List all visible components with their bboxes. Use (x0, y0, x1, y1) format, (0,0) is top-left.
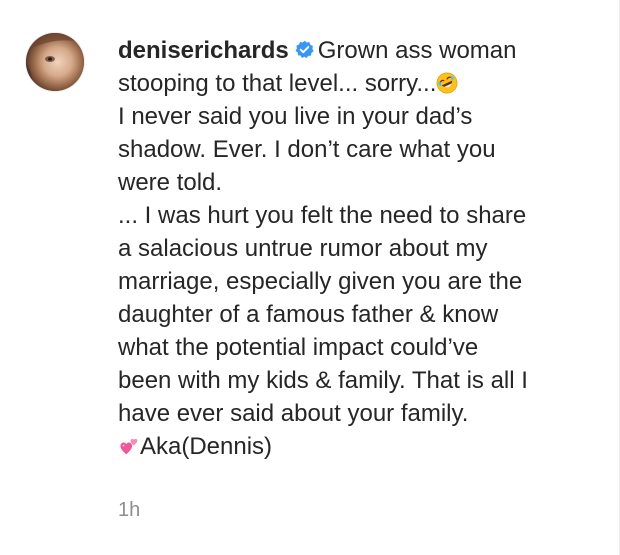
comment-line: stooping to that level... sorry... (118, 67, 608, 100)
comment-text: deniserichards Grown ass woman stooping t… (118, 34, 608, 463)
avatar-image (26, 33, 84, 91)
two-hearts-emoji (120, 438, 138, 455)
comment-line: ... I was hurt you felt the need to shar… (118, 202, 527, 229)
comment-line: marriage, especially given you are the (118, 268, 523, 295)
avatar[interactable] (26, 33, 84, 91)
comment-line: a salacious untrue rumor about my (118, 235, 488, 262)
verified-badge-icon (295, 40, 314, 59)
username-link[interactable]: deniserichards (118, 37, 289, 64)
comment-line: daughter of a famous father & know (118, 301, 499, 328)
comment: deniserichards Grown ass woman stooping t… (0, 0, 620, 555)
comment-line: been with my kids & family. That is all … (118, 367, 528, 394)
comment-first-line: Grown ass woman (317, 37, 517, 64)
comment-line: shadow. Ever. I don’t care what you (118, 136, 496, 163)
comment-line: what the potential impact could’ve (118, 334, 479, 361)
comment-signature-line: Aka(Dennis) (118, 430, 608, 463)
comment-line: were told. (118, 169, 223, 196)
comment-header-line: deniserichards Grown ass woman (118, 34, 608, 67)
rolling-on-floor-laughing-emoji (436, 72, 458, 94)
comment-content: deniserichards Grown ass woman stooping t… (118, 34, 608, 463)
comment-signature-text: Aka(Dennis) (140, 433, 273, 460)
comment-line: I never said you live in your dad’s (118, 103, 473, 130)
comment-line-text: stooping to that level... sorry... (118, 70, 437, 97)
comment-line: have ever said about your family. (118, 400, 469, 427)
comment-timestamp[interactable]: 1h (118, 499, 140, 522)
